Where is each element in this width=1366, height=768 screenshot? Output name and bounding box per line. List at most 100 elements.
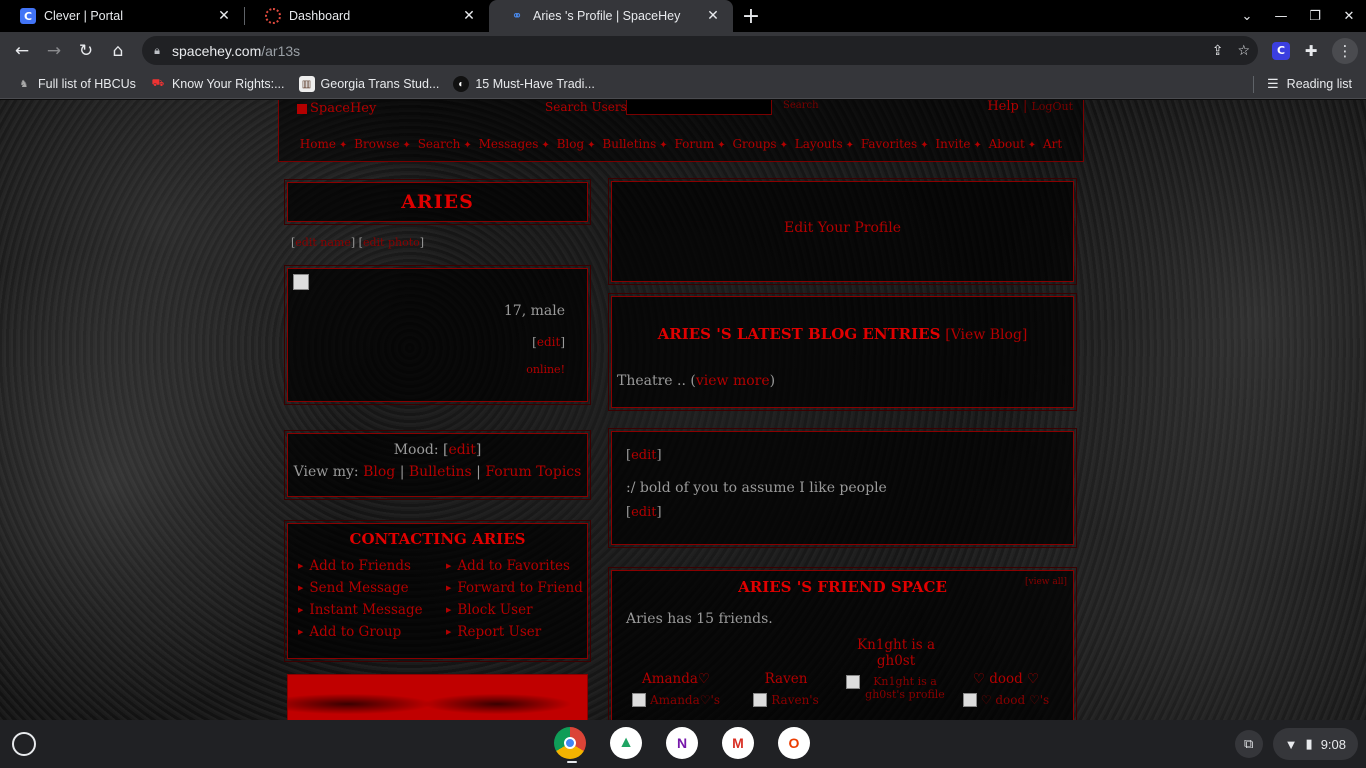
nav-art[interactable]: Art <box>1043 137 1062 151</box>
nav-layouts[interactable]: Layouts <box>795 137 843 151</box>
blog-entry-title[interactable]: Theatre .. <box>617 373 686 389</box>
nav-favorites[interactable]: Favorites <box>861 137 917 151</box>
search-button[interactable]: Search <box>783 100 819 111</box>
nav-about[interactable]: About <box>989 137 1025 151</box>
nav-forum[interactable]: Forum <box>674 137 714 151</box>
friend-card[interactable]: Kn1ght is a gh0st Kn1ght is a gh0st's pr… <box>846 637 946 701</box>
onenote-icon[interactable]: N <box>666 727 698 759</box>
friend-photo[interactable] <box>962 693 977 707</box>
logout-link[interactable]: LogOut <box>1032 100 1074 113</box>
block-user-link[interactable]: ▶ Block User <box>446 602 588 618</box>
chrome-icon[interactable] <box>554 727 586 759</box>
friend-photo[interactable] <box>846 675 860 689</box>
spacehey-logo[interactable]: SpaceHey <box>297 101 376 116</box>
tab-spacehey[interactable]: ⚭ Aries 's Profile | SpaceHey ✕ <box>489 0 733 32</box>
add-to-friends-link[interactable]: ▶ Add to Friends <box>298 558 446 574</box>
add-to-favorites-link[interactable]: ▶ Add to Favorites <box>446 558 588 574</box>
clever-icon: C <box>20 8 36 24</box>
bookmark-star-icon[interactable]: ☆ <box>1237 43 1250 59</box>
friend-photo[interactable] <box>753 693 768 707</box>
new-tab-icon[interactable]: + <box>737 0 765 32</box>
launcher-icon[interactable] <box>12 732 36 756</box>
office-icon[interactable]: O <box>778 727 810 759</box>
friend-count: Aries has 15 friends. <box>626 611 773 627</box>
lock-icon[interactable]: 🔒︎ <box>142 44 172 58</box>
profile-picture[interactable] <box>293 274 309 290</box>
edit-info-link[interactable]: edit <box>537 335 560 349</box>
view-forum-topics-link[interactable]: Forum Topics <box>485 464 581 480</box>
edit-profile-link[interactable]: Edit Your Profile <box>612 220 1073 236</box>
forward-to-friend-link[interactable]: ▶ Forward to Friend <box>446 580 588 596</box>
friend-card[interactable]: Raven Raven's <box>736 671 836 707</box>
nav-bulletins[interactable]: Bulletins <box>602 137 656 151</box>
back-icon[interactable]: ← <box>6 35 38 67</box>
close-window-icon[interactable]: ✕ <box>1332 9 1366 24</box>
view-blog-link[interactable]: View Blog <box>951 327 1022 343</box>
nav-invite[interactable]: Invite <box>935 137 970 151</box>
site-header: SpaceHey Search Users: Search Help | Log… <box>278 100 1084 162</box>
edit-name-link[interactable]: edit name <box>295 236 351 249</box>
gmail-icon[interactable]: M <box>722 727 754 759</box>
georgia-icon: ▥ <box>298 76 315 92</box>
nav-browse[interactable]: Browse <box>354 137 399 151</box>
bookmark-hbcus[interactable]: ♞ Full list of HBCUs <box>16 76 136 92</box>
nav-home[interactable]: Home <box>300 137 336 151</box>
reading-list-button[interactable]: ☰ Reading list <box>1267 70 1352 98</box>
friend-photo[interactable] <box>632 693 646 707</box>
wifi-icon: ▼ <box>1284 736 1298 752</box>
address-bar[interactable]: 🔒︎ spacehey.com/ar13s ⇪ ☆ <box>142 36 1258 65</box>
bullet-icon: ▶ <box>298 606 304 614</box>
drive-icon[interactable]: ▲ <box>610 727 642 759</box>
view-blog-link[interactable]: Blog <box>363 464 395 480</box>
minimize-icon[interactable]: — <box>1264 9 1298 24</box>
extensions-puzzle-icon[interactable]: ✚ <box>1300 42 1322 60</box>
mood-edit-link[interactable]: edit <box>448 442 475 458</box>
profile-name-box: ARIES <box>284 179 591 225</box>
bookmark-know-your-rights[interactable]: ⛟ Know Your Rights:... <box>150 76 285 92</box>
tab-dashboard[interactable]: Dashboard ✕ <box>245 0 489 32</box>
about-edit-link[interactable]: edit <box>631 448 656 463</box>
share-icon[interactable]: ⇪ <box>1212 43 1224 59</box>
help-link[interactable]: Help <box>987 100 1019 114</box>
close-tab-icon[interactable]: ✕ <box>461 8 477 24</box>
nav-search[interactable]: Search <box>418 137 461 151</box>
send-message-link[interactable]: ▶ Send Message <box>298 580 446 596</box>
friend-space-title: ARIES 'S FRIEND SPACE <box>738 578 947 596</box>
search-input[interactable] <box>626 100 772 115</box>
bullet-icon: ▶ <box>298 562 304 570</box>
holding-space-icon[interactable]: ⧉ <box>1234 730 1263 758</box>
friend-card[interactable]: Amanda♡ Amanda♡'s <box>626 671 726 707</box>
tab-search-icon[interactable]: ⌄ <box>1230 9 1264 24</box>
friend-card[interactable]: ♡ dood ♡ ♡ dood ♡'s <box>956 671 1056 707</box>
browser-menu-icon[interactable]: ⋮ <box>1332 37 1358 64</box>
nav-messages[interactable]: Messages <box>479 137 539 151</box>
home-icon[interactable]: ⌂ <box>102 35 134 67</box>
forward-icon[interactable]: → <box>38 35 70 67</box>
edit-photo-link[interactable]: edit photo <box>363 236 420 249</box>
view-all-friends-link[interactable]: [view all] <box>1025 577 1067 587</box>
nav-groups[interactable]: Groups <box>732 137 776 151</box>
maximize-icon[interactable]: ❐ <box>1298 9 1332 24</box>
nav-blog[interactable]: Blog <box>557 137 585 151</box>
about-edit-link-2[interactable]: edit <box>631 505 656 520</box>
reload-icon[interactable]: ↻ <box>70 35 102 67</box>
bookmark-traditions[interactable]: ◐ 15 Must-Have Tradi... <box>453 76 595 92</box>
profile-banner-image <box>287 674 588 720</box>
tab-title: Clever | Portal <box>44 9 123 23</box>
add-to-group-link[interactable]: ▶ Add to Group <box>298 624 446 640</box>
status-tray[interactable]: ▼ ▮ 9:08 <box>1272 728 1358 760</box>
bookmark-georgia-trans[interactable]: ▥ Georgia Trans Stud... <box>298 76 439 92</box>
instant-message-link[interactable]: ▶ Instant Message <box>298 602 446 618</box>
report-user-link[interactable]: ▶ Report User <box>446 624 588 640</box>
bookmarks-bar: ♞ Full list of HBCUs ⛟ Know Your Rights:… <box>0 70 1366 99</box>
clever-extension-icon[interactable]: C <box>1272 41 1290 60</box>
url-path: /ar13s <box>261 42 301 59</box>
close-tab-icon[interactable]: ✕ <box>705 8 721 24</box>
close-tab-icon[interactable]: ✕ <box>216 8 232 24</box>
hbcu-icon: ♞ <box>19 78 29 90</box>
view-bulletins-link[interactable]: Bulletins <box>409 464 472 480</box>
friend-space-box: ARIES 'S FRIEND SPACE [view all] Aries h… <box>608 567 1077 720</box>
tab-clever[interactable]: C Clever | Portal ✕ <box>0 0 244 32</box>
clock: 9:08 <box>1320 736 1346 752</box>
view-more-link[interactable]: view more <box>696 373 770 389</box>
